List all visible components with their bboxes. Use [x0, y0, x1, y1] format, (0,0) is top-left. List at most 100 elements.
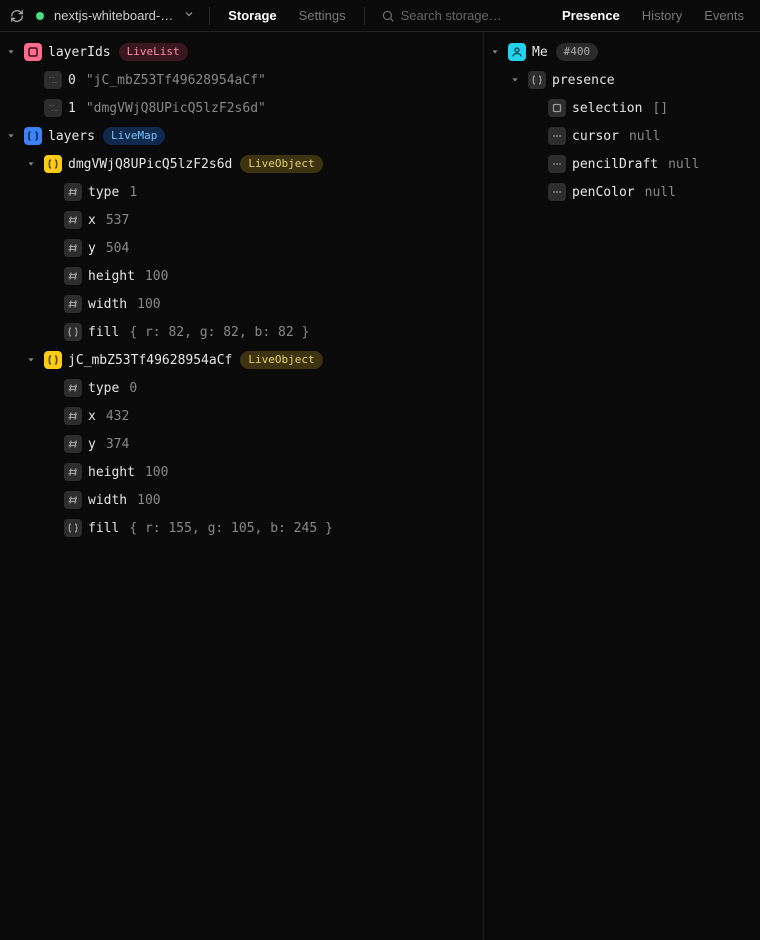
- prop-row[interactable]: type 1: [0, 178, 483, 206]
- prop-key: type: [88, 185, 119, 200]
- storage-pane: layerIds LiveList 0 jC_mbZ53Tf49628954aC…: [0, 32, 484, 940]
- prop-key: width: [88, 297, 127, 312]
- prop-row[interactable]: height 100: [0, 262, 483, 290]
- prop-value: 100: [137, 493, 160, 508]
- badge-livemap: LiveMap: [103, 127, 165, 145]
- prop-value: { r: 155, g: 105, b: 245 }: [129, 521, 333, 536]
- prop-key: height: [88, 465, 135, 480]
- tab-presence[interactable]: Presence: [554, 8, 628, 23]
- layer-id: dmgVWjQ8UPicQ5lzF2s6d: [68, 157, 232, 172]
- object-icon: [528, 71, 546, 89]
- object-icon: [64, 519, 82, 537]
- prop-value: null: [645, 185, 676, 200]
- number-icon: [64, 267, 82, 285]
- prop-value: 100: [145, 269, 168, 284]
- prop-key: penColor: [572, 185, 635, 200]
- search-input[interactable]: [401, 8, 511, 23]
- item-index: 0: [68, 73, 76, 88]
- prop-row[interactable]: type 0: [0, 374, 483, 402]
- prop-row[interactable]: x 432: [0, 402, 483, 430]
- prop-row[interactable]: fill { r: 82, g: 82, b: 82 }: [0, 318, 483, 346]
- node-presence[interactable]: presence: [484, 66, 760, 94]
- null-icon: [548, 183, 566, 201]
- status-dot-icon: [36, 12, 44, 20]
- object-icon: [44, 351, 62, 369]
- prop-key: fill: [88, 325, 119, 340]
- prop-value: 537: [106, 213, 129, 228]
- node-layerids[interactable]: layerIds LiveList: [0, 38, 483, 66]
- room-menu-button[interactable]: [179, 8, 199, 23]
- prop-value: 100: [145, 465, 168, 480]
- list-icon: [24, 43, 42, 61]
- tab-history[interactable]: History: [634, 8, 690, 23]
- node-key: layerIds: [48, 45, 111, 60]
- prop-key: type: [88, 381, 119, 396]
- node-key: layers: [48, 129, 95, 144]
- prop-row[interactable]: width 100: [0, 290, 483, 318]
- node-layer-object[interactable]: dmgVWjQ8UPicQ5lzF2s6d LiveObject: [0, 150, 483, 178]
- node-key: Me: [532, 45, 548, 60]
- item-value: dmgVWjQ8UPicQ5lzF2s6d: [86, 101, 266, 116]
- prop-key: fill: [88, 521, 119, 536]
- badge-livelist: LiveList: [119, 43, 188, 61]
- prop-row[interactable]: height 100: [0, 458, 483, 486]
- prop-row[interactable]: y 374: [0, 430, 483, 458]
- prop-key: x: [88, 409, 96, 424]
- number-icon: [64, 491, 82, 509]
- prop-value: null: [668, 157, 699, 172]
- prop-value: 0: [129, 381, 137, 396]
- object-icon: [44, 155, 62, 173]
- prop-row[interactable]: x 537: [0, 206, 483, 234]
- prop-row[interactable]: fill { r: 155, g: 105, b: 245 }: [0, 514, 483, 542]
- list-item[interactable]: 1 dmgVWjQ8UPicQ5lzF2s6d: [0, 94, 483, 122]
- caret-down-icon[interactable]: [488, 45, 502, 59]
- reload-button[interactable]: [8, 7, 26, 25]
- node-layer-object[interactable]: jC_mbZ53Tf49628954aCf LiveObject: [0, 346, 483, 374]
- caret-down-icon[interactable]: [508, 73, 522, 87]
- user-hash-badge: #400: [556, 43, 599, 61]
- prop-value: 100: [137, 297, 160, 312]
- prop-row[interactable]: cursor null: [484, 122, 760, 150]
- divider: [364, 7, 365, 25]
- search-input-wrap[interactable]: [375, 8, 517, 23]
- object-icon: [64, 323, 82, 341]
- prop-value: []: [652, 101, 668, 116]
- tab-events[interactable]: Events: [696, 8, 752, 23]
- null-icon: [548, 155, 566, 173]
- node-key: presence: [552, 73, 615, 88]
- user-icon: [508, 43, 526, 61]
- search-icon: [381, 9, 395, 23]
- list-item[interactable]: 0 jC_mbZ53Tf49628954aCf: [0, 66, 483, 94]
- prop-value: null: [629, 129, 660, 144]
- node-me[interactable]: Me #400: [484, 38, 760, 66]
- room-name[interactable]: nextjs-whiteboard-…: [54, 8, 173, 23]
- main-split: layerIds LiveList 0 jC_mbZ53Tf49628954aC…: [0, 32, 760, 940]
- badge-liveobject: LiveObject: [240, 351, 322, 369]
- prop-row[interactable]: selection []: [484, 94, 760, 122]
- reload-icon: [10, 9, 24, 23]
- prop-row[interactable]: pencilDraft null: [484, 150, 760, 178]
- item-index: 1: [68, 101, 76, 116]
- number-icon: [64, 295, 82, 313]
- topbar: nextjs-whiteboard-… Storage Settings Pre…: [0, 0, 760, 32]
- tab-storage[interactable]: Storage: [220, 8, 284, 23]
- prop-row[interactable]: penColor null: [484, 178, 760, 206]
- number-icon: [64, 183, 82, 201]
- prop-row[interactable]: y 504: [0, 234, 483, 262]
- prop-key: pencilDraft: [572, 157, 658, 172]
- number-icon: [64, 463, 82, 481]
- list-icon: [548, 99, 566, 117]
- prop-value: 432: [106, 409, 129, 424]
- prop-value: { r: 82, g: 82, b: 82 }: [129, 325, 309, 340]
- tab-settings[interactable]: Settings: [291, 8, 354, 23]
- caret-down-icon[interactable]: [4, 45, 18, 59]
- caret-down-icon[interactable]: [24, 353, 38, 367]
- prop-value: 1: [129, 185, 137, 200]
- caret-down-icon[interactable]: [4, 129, 18, 143]
- number-icon: [64, 435, 82, 453]
- prop-row[interactable]: width 100: [0, 486, 483, 514]
- caret-down-icon[interactable]: [24, 157, 38, 171]
- prop-key: y: [88, 241, 96, 256]
- node-layers[interactable]: layers LiveMap: [0, 122, 483, 150]
- layer-id: jC_mbZ53Tf49628954aCf: [68, 353, 232, 368]
